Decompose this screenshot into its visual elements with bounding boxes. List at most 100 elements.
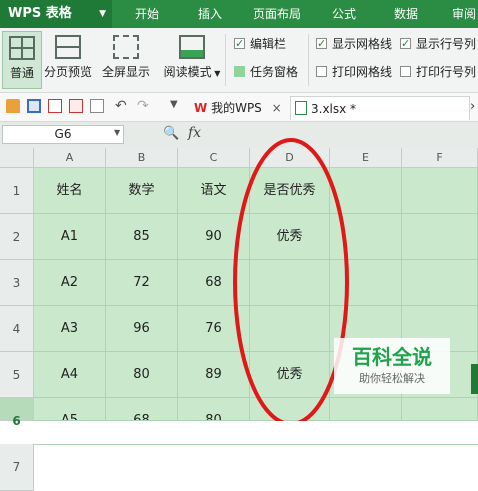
row-header[interactable]: 6: [0, 398, 34, 428]
table-cell[interactable]: 是否优秀: [250, 168, 330, 214]
table-cell[interactable]: 89: [178, 352, 250, 398]
export-pdf-icon[interactable]: [48, 99, 62, 113]
save-icon[interactable]: [27, 99, 41, 113]
menu-formulas[interactable]: 公式: [332, 0, 356, 28]
table-cell[interactable]: A5: [34, 398, 106, 421]
table-cell[interactable]: [106, 444, 178, 445]
menu-data[interactable]: 数据: [394, 0, 418, 28]
tab-3-xlsx[interactable]: 3.xlsx *: [290, 96, 470, 120]
select-all-corner[interactable]: [0, 148, 34, 168]
table-cell[interactable]: [330, 444, 402, 445]
table-cell[interactable]: 76: [178, 306, 250, 352]
redo-icon[interactable]: ↷: [137, 98, 149, 114]
row-header[interactable]: 5: [0, 352, 34, 398]
chevron-down-icon[interactable]: ▼: [114, 128, 120, 137]
table-cell[interactable]: [402, 398, 478, 421]
formula-bar-checkbox-label: 编辑栏: [250, 37, 287, 51]
chevron-down-icon[interactable]: ▼: [170, 99, 178, 110]
table-cell[interactable]: 68: [178, 260, 250, 306]
fullscreen-label: 全屏显示: [101, 65, 150, 79]
table-cell[interactable]: 85: [106, 214, 178, 260]
reading-mode-label: 阅读模式: [163, 65, 212, 79]
table-cell[interactable]: 语文: [178, 168, 250, 214]
tab-scroll-right-icon[interactable]: ›: [470, 99, 475, 114]
table-cell[interactable]: [402, 168, 478, 214]
col-header-f[interactable]: F: [402, 148, 478, 168]
checkbox-checked-icon: [400, 35, 411, 53]
close-icon[interactable]: ×: [272, 101, 282, 115]
print-icon[interactable]: [69, 99, 83, 113]
spreadsheet-file-icon: [295, 101, 307, 115]
print-headings-checkbox[interactable]: 打印行号列: [400, 63, 476, 81]
menu-review[interactable]: 审阅: [452, 0, 476, 28]
table-cell[interactable]: 72: [106, 260, 178, 306]
name-box[interactable]: G6: [2, 125, 124, 144]
col-header-c[interactable]: C: [178, 148, 250, 168]
scroll-indicator: [471, 364, 478, 394]
fullscreen-button[interactable]: 全屏显示: [100, 31, 152, 89]
tab-my-wps[interactable]: W 我的WPS ×: [190, 96, 288, 120]
table-cell[interactable]: 68: [106, 398, 178, 421]
read-mode-icon: [179, 35, 205, 59]
formula-bar-checkbox[interactable]: 编辑栏: [234, 35, 286, 53]
table-cell[interactable]: 80: [178, 398, 250, 421]
normal-view-button[interactable]: 普通: [2, 31, 42, 89]
show-headings-checkbox[interactable]: 显示行号列: [400, 35, 476, 53]
task-pane-checkbox[interactable]: 任务窗格: [234, 63, 298, 81]
table-cell[interactable]: [402, 214, 478, 260]
table-cell[interactable]: 90: [178, 214, 250, 260]
reading-mode-button[interactable]: 阅读模式 ▼: [160, 31, 224, 89]
tab-3-xlsx-label: 3.xlsx *: [311, 102, 357, 116]
col-header-d[interactable]: D: [250, 148, 330, 168]
table-cell[interactable]: 数学: [106, 168, 178, 214]
table-cell[interactable]: [402, 260, 478, 306]
row-header[interactable]: 7: [0, 444, 34, 491]
table-cell[interactable]: [250, 306, 330, 352]
print-gridlines-checkbox[interactable]: 打印网格线: [316, 63, 392, 81]
col-header-e[interactable]: E: [330, 148, 402, 168]
normal-view-label: 普通: [9, 66, 34, 80]
watermark-subtitle: 助你轻松解决: [359, 372, 425, 385]
table-cell[interactable]: 姓名: [34, 168, 106, 214]
table-cell[interactable]: 96: [106, 306, 178, 352]
table-cell[interactable]: [178, 444, 250, 445]
table-cell[interactable]: A4: [34, 352, 106, 398]
table-cell[interactable]: [330, 214, 402, 260]
fx-icon[interactable]: fx: [188, 125, 201, 141]
table-cell[interactable]: 优秀: [250, 352, 330, 398]
col-header-b[interactable]: B: [106, 148, 178, 168]
search-icon[interactable]: 🔍: [163, 126, 179, 141]
table-cell[interactable]: A1: [34, 214, 106, 260]
table-cell[interactable]: [330, 168, 402, 214]
table-cell[interactable]: [402, 444, 478, 445]
table-cell[interactable]: [34, 444, 106, 445]
chevron-down-icon: ▼: [211, 69, 221, 78]
table-cell[interactable]: A3: [34, 306, 106, 352]
task-pane-state-icon: [234, 66, 245, 77]
menu-insert[interactable]: 插入: [198, 0, 222, 28]
app-menu-button[interactable]: WPS 表格 ▼: [0, 0, 112, 28]
table-cell[interactable]: [330, 260, 402, 306]
table-cell[interactable]: A2: [34, 260, 106, 306]
table-cell[interactable]: [250, 398, 330, 421]
table-cell[interactable]: [330, 398, 402, 421]
page-break-preview-button[interactable]: 分页预览: [44, 31, 92, 89]
table-cell[interactable]: 优秀: [250, 214, 330, 260]
table-cell[interactable]: [250, 444, 330, 445]
table-cell[interactable]: 80: [106, 352, 178, 398]
checkbox-unchecked-icon: [316, 66, 327, 77]
show-gridlines-checkbox[interactable]: 显示网格线: [316, 35, 392, 53]
col-header-a[interactable]: A: [34, 148, 106, 168]
open-folder-icon[interactable]: [6, 99, 20, 113]
row-header[interactable]: 3: [0, 260, 34, 306]
print-preview-icon[interactable]: [90, 99, 104, 113]
row-header[interactable]: 2: [0, 214, 34, 260]
table-cell[interactable]: [250, 260, 330, 306]
undo-icon[interactable]: ↶: [115, 98, 127, 114]
row-header[interactable]: 1: [0, 168, 34, 214]
wps-logo-icon: W: [194, 101, 208, 115]
page-break-icon: [55, 35, 81, 59]
row-header[interactable]: 4: [0, 306, 34, 352]
menu-home[interactable]: 开始: [135, 0, 159, 28]
menu-page-layout[interactable]: 页面布局: [253, 0, 301, 28]
